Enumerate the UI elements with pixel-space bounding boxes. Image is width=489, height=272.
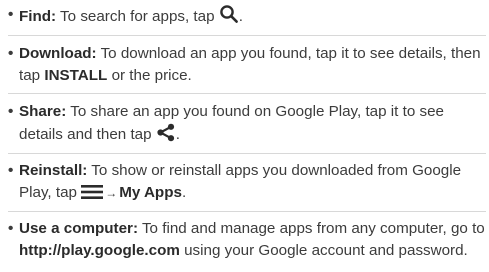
bullet: • [8, 220, 14, 237]
tip-text-2: or the price. [107, 67, 192, 84]
tip-term: Use a computer: [19, 220, 139, 237]
tip-find: • Find: To search for apps, tap . [8, 0, 486, 35]
bullet: • [8, 6, 14, 23]
tip-end: . [175, 126, 181, 143]
install-label: INSTALL [44, 67, 108, 84]
tip-term: Share: [19, 103, 67, 120]
tip-end: . [238, 8, 243, 25]
tip-text-2: using your Google account and password. [179, 242, 468, 259]
bullet: • [8, 45, 14, 62]
share-icon [156, 123, 176, 142]
tip-term: Download: [19, 45, 97, 62]
tip-text: To search for apps, tap [56, 8, 219, 25]
tip-end: . [181, 184, 187, 201]
app-tips-list: • Find: To search for apps, tap . • Down… [8, 0, 486, 262]
tip-term: Reinstall: [19, 162, 88, 179]
search-icon [219, 4, 239, 24]
menu-icon [81, 184, 104, 200]
tip-reinstall: • Reinstall: To show or reinstall apps y… [8, 153, 486, 211]
tip-share: • Share: To share an app you found on Go… [8, 93, 486, 153]
tip-use-computer: • Use a computer: To find and manage app… [8, 211, 486, 262]
bullet: • [8, 162, 14, 179]
tip-download: • Download: To download an app you found… [8, 35, 486, 93]
bullet: • [8, 103, 14, 120]
play-store-link: http://play.google.com [19, 242, 180, 259]
arrow-right-icon: → [105, 186, 118, 200]
tip-text: To share an app you found on Google Play… [19, 103, 444, 143]
my-apps-label: My Apps [119, 184, 182, 201]
tip-term: Find: [19, 8, 57, 25]
tip-text: To find and manage apps from any compute… [138, 220, 485, 237]
